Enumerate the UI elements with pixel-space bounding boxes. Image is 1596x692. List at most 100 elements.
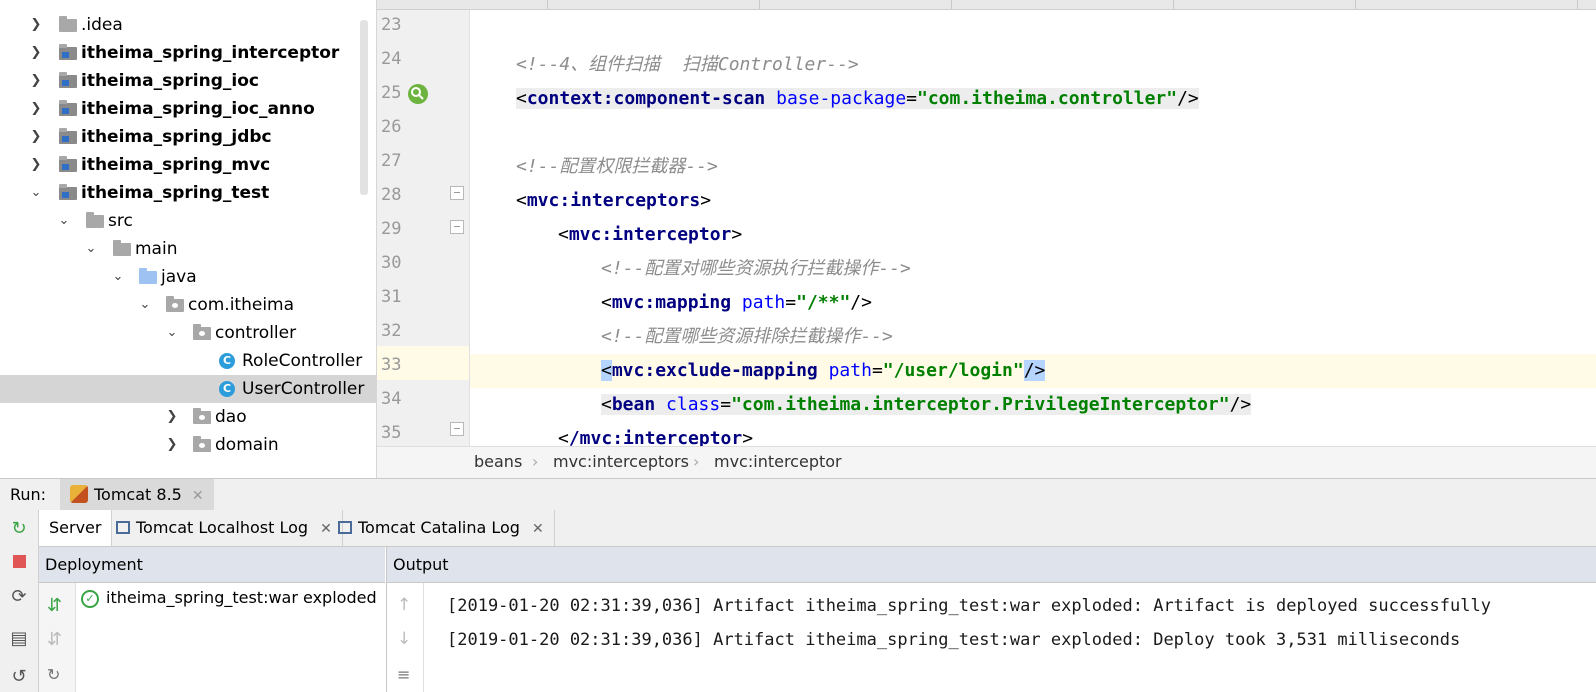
tree-item-label: java (161, 267, 197, 287)
breadcrumb-item[interactable]: beans (474, 447, 522, 477)
soft-wrap-icon[interactable]: ≡ (397, 665, 410, 684)
tree-item-label: UserController (242, 379, 365, 399)
module-folder-icon (59, 100, 77, 116)
run-config-label: Tomcat 8.5 (94, 485, 182, 504)
xml-attribute: path (741, 292, 786, 313)
update-icon[interactable]: ↻ (47, 665, 60, 684)
tree-item-module[interactable]: ⌄ itheima_spring_test (0, 179, 376, 207)
fold-marker-icon[interactable] (450, 422, 464, 436)
sync-icon[interactable]: ↺ (8, 666, 30, 688)
chevron-right-icon[interactable]: ❯ (165, 431, 179, 459)
spring-bean-icon[interactable] (406, 82, 430, 106)
output-header: Output (386, 547, 1596, 583)
chevron-right-icon[interactable]: ❯ (29, 151, 43, 179)
tab-tomcat-catalina-log[interactable]: Tomcat Catalina Log ✕ (328, 510, 555, 546)
run-config-tab[interactable]: Tomcat 8.5 ✕ (60, 479, 214, 510)
tree-item-src[interactable]: ⌄ src (0, 207, 376, 235)
line-number: 29 (381, 219, 402, 239)
deployment-artifact[interactable]: itheima_spring_test:war exploded (106, 588, 377, 607)
tree-scrollbar[interactable] (360, 20, 368, 195)
chevron-right-icon[interactable]: ❯ (29, 67, 43, 95)
chevron-right-icon[interactable]: ❯ (165, 403, 179, 431)
deploy-icon[interactable]: ⇵ (47, 595, 62, 616)
editor-tab[interactable] (1357, 0, 1578, 9)
tab-label: Server (49, 518, 102, 537)
code-editor[interactable]: <!--4、组件扫描 扫描Controller--> <context:comp… (470, 10, 1596, 446)
chevron-down-icon[interactable]: ⌄ (165, 319, 179, 347)
chevron-right-icon[interactable]: ❯ (29, 123, 43, 151)
chevron-right-icon[interactable]: ❯ (29, 11, 43, 39)
tree-item-class-selected[interactable]: C UserController (0, 375, 376, 403)
tree-item-package[interactable]: ⌄ com.itheima (0, 291, 376, 319)
undeploy-icon[interactable]: ⇵ (47, 629, 62, 650)
chevron-down-icon[interactable]: ⌄ (84, 235, 98, 263)
tree-item-module[interactable]: ❯ itheima_spring_interceptor (0, 39, 376, 67)
deployment-toolbar: ⇵ ⇵ ↻ (39, 583, 76, 692)
fold-marker-icon[interactable] (450, 220, 464, 234)
tree-item-module[interactable]: ❯ itheima_spring_mvc (0, 151, 376, 179)
deployment-header-label: Deployment (45, 555, 143, 574)
tree-item-label: itheima_spring_test (81, 183, 270, 203)
stop-icon[interactable] (8, 552, 30, 574)
chevron-down-icon[interactable]: ⌄ (138, 291, 152, 319)
close-icon[interactable]: ✕ (532, 521, 544, 537)
chevron-right-icon[interactable]: ❯ (29, 39, 43, 67)
code-line: <!--4、组件扫描 扫描Controller--> (470, 48, 1596, 82)
tab-tomcat-localhost-log[interactable]: Tomcat Localhost Log ✕ (106, 510, 343, 546)
package-icon (193, 408, 211, 424)
fold-marker-icon[interactable] (450, 186, 464, 200)
tree-item-label: RoleController (242, 351, 363, 371)
xml-tag: /mvc:interceptor (568, 428, 743, 446)
tree-item-label: domain (215, 435, 279, 455)
arrow-down-icon[interactable]: ↓ (397, 629, 411, 649)
xml-tag: mvc:mapping (611, 292, 732, 313)
refresh-icon[interactable]: ⟳ (8, 586, 30, 608)
breadcrumb-item[interactable]: mvc:interceptor (714, 447, 842, 477)
output-header-label: Output (393, 555, 449, 574)
editor-tab[interactable] (549, 0, 760, 9)
arrow-up-icon[interactable]: ↑ (397, 595, 411, 615)
rerun-icon[interactable]: ↻ (8, 518, 30, 540)
package-icon (166, 296, 184, 312)
output-console[interactable]: [2019-01-20 02:31:39,036] Artifact ithei… (386, 583, 1596, 692)
editor-tab[interactable] (1175, 0, 1356, 9)
line-number: 26 (381, 117, 402, 137)
console-line: [2019-01-20 02:31:39,036] Artifact ithei… (447, 630, 1461, 650)
tree-item-module[interactable]: ❯ itheima_spring_jdbc (0, 123, 376, 151)
editor-tab[interactable] (953, 0, 1174, 9)
tab-label: Tomcat Catalina Log (358, 518, 520, 537)
chevron-down-icon[interactable]: ⌄ (111, 263, 125, 291)
chevron-right-icon[interactable]: ❯ (29, 95, 43, 123)
editor-tab[interactable] (437, 0, 548, 9)
close-icon[interactable]: ✕ (192, 488, 204, 504)
xml-attribute: class (666, 394, 721, 415)
tree-item-package[interactable]: ❯ domain (0, 431, 376, 459)
package-icon (193, 436, 211, 452)
module-folder-icon (59, 72, 77, 88)
code-line-current: <mvc:exclude-mapping path="/user/login"/… (470, 354, 1596, 388)
layout-icon[interactable]: ▤ (8, 628, 30, 650)
editor-tab[interactable] (761, 0, 952, 9)
tree-item-module[interactable]: ❯ itheima_spring_ioc (0, 67, 376, 95)
line-number: 23 (381, 15, 402, 35)
tab-server[interactable]: Server (39, 510, 113, 546)
tree-item-label: itheima_spring_interceptor (81, 43, 340, 63)
xml-tag: mvc:interceptor (568, 224, 732, 245)
tree-item-package[interactable]: ❯ dao (0, 403, 376, 431)
breadcrumb-item[interactable]: mvc:interceptors (553, 447, 689, 477)
tree-item-class[interactable]: C RoleController (0, 347, 376, 375)
xml-comment: <!--配置哪些资源排除拦截操作--> (601, 326, 893, 347)
tree-item-module[interactable]: ❯ itheima_spring_ioc_anno (0, 95, 376, 123)
code-line: <mvc:interceptors> (516, 190, 712, 211)
tree-item-java[interactable]: ⌄ java (0, 263, 376, 291)
module-folder-icon (59, 44, 77, 60)
tree-item-label: src (108, 211, 133, 231)
tree-item-main[interactable]: ⌄ main (0, 235, 376, 263)
code-line: <!--配置权限拦截器--> (470, 150, 1596, 184)
chevron-down-icon[interactable]: ⌄ (29, 179, 43, 207)
tree-item-idea[interactable]: ❯ .idea (0, 11, 376, 39)
code-line: </mvc:interceptor> (470, 422, 1596, 446)
tree-item-package[interactable]: ⌄ controller (0, 319, 376, 347)
chevron-down-icon[interactable]: ⌄ (57, 207, 71, 235)
tree-item-label: itheima_spring_ioc_anno (81, 99, 315, 119)
